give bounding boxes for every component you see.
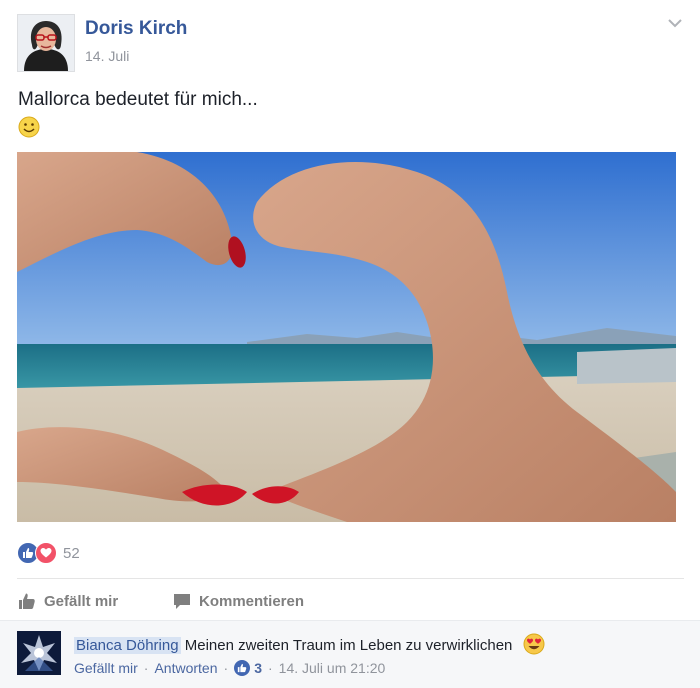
comment-like-count[interactable]: 3 [254, 660, 262, 676]
love-icon [35, 542, 57, 564]
comment-button[interactable]: Kommentieren [173, 589, 304, 613]
comment-button-label: Kommentieren [199, 592, 305, 610]
post-text: Mallorca bedeutet für mich... [18, 89, 258, 110]
like-icon [234, 660, 251, 676]
comment-icon [174, 594, 190, 609]
like-button-label: Gefällt mir [44, 592, 119, 610]
comment-reply-link[interactable]: Antworten [154, 660, 217, 676]
post-date[interactable]: 14. Juli [85, 48, 129, 64]
reaction-summary[interactable]: 52 [17, 541, 80, 565]
comment-timestamp[interactable]: 14. Juli um 21:20 [279, 660, 386, 676]
chevron-down-icon[interactable] [664, 15, 686, 31]
separator: · [143, 660, 149, 676]
like-button[interactable]: Gefällt mir [18, 589, 118, 613]
author-avatar[interactable] [17, 14, 75, 72]
facebook-post: Doris Kirch 14. Juli Mallorca bedeutet f… [0, 0, 700, 688]
comment-meta: Gefällt mir · Antworten · 3 · 14. Juli u… [74, 660, 385, 676]
smile-emoji-icon [18, 116, 40, 138]
separator: · [267, 660, 273, 676]
post-photo[interactable] [17, 152, 676, 522]
divider [17, 578, 684, 579]
heart-eyes-emoji-icon [523, 633, 545, 659]
commenter-name[interactable]: Bianca Döhring [74, 636, 181, 654]
commenter-avatar[interactable] [17, 631, 61, 675]
thumbs-up-icon [19, 593, 35, 609]
comment-like-link[interactable]: Gefällt mir [74, 660, 138, 676]
comment-text: Meinen zweiten Traum im Leben zu verwirk… [184, 636, 513, 654]
comment-body: Bianca Döhring Meinen zweiten Traum im L… [74, 633, 545, 659]
reaction-count[interactable]: 52 [63, 545, 80, 562]
post-author[interactable]: Doris Kirch [85, 18, 187, 40]
separator: · [223, 660, 229, 676]
